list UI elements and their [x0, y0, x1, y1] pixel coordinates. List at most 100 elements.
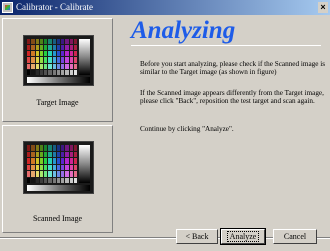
color-patch — [39, 151, 43, 157]
color-patch — [39, 164, 43, 170]
color-patch — [65, 45, 69, 51]
color-patch — [61, 45, 65, 51]
scanned-image-label: Scanned Image — [32, 214, 83, 223]
color-patch — [73, 151, 77, 157]
color-patch — [48, 164, 52, 170]
cancel-button[interactable]: Cancel — [273, 229, 317, 244]
color-patch — [65, 164, 69, 170]
color-patch — [73, 39, 77, 45]
color-patch — [39, 45, 43, 51]
color-patch — [39, 158, 43, 164]
color-patch — [48, 57, 52, 63]
color-patch — [48, 39, 52, 45]
color-patch — [52, 164, 56, 170]
color-patch — [56, 63, 60, 69]
color-patch — [44, 39, 48, 45]
color-patch — [35, 57, 39, 63]
color-patch — [61, 51, 65, 57]
scanned-image-panel: Scanned Image — [2, 125, 113, 233]
gray-bar — [27, 185, 90, 191]
target-image-panel: Target Image — [2, 18, 113, 122]
color-patch — [27, 45, 31, 51]
color-patch — [44, 57, 48, 63]
back-button[interactable]: < Back — [176, 229, 218, 244]
color-patch — [27, 51, 31, 57]
color-patch — [61, 151, 65, 157]
color-patch — [61, 145, 65, 151]
color-patch — [35, 145, 39, 151]
color-patch — [31, 63, 35, 69]
color-patch — [73, 63, 77, 69]
instruction-paragraph-1: Before you start analyzing, please check… — [140, 60, 326, 76]
color-patch — [52, 57, 56, 63]
color-patch — [69, 51, 73, 57]
color-patch — [56, 39, 60, 45]
color-patch — [48, 51, 52, 57]
color-patch — [44, 158, 48, 164]
color-patch — [44, 171, 48, 177]
color-patch — [48, 158, 52, 164]
color-patch — [65, 57, 69, 63]
color-patch — [44, 51, 48, 57]
color-patch — [56, 177, 60, 183]
color-patch — [56, 51, 60, 57]
color-patch — [31, 151, 35, 157]
color-patch — [61, 158, 65, 164]
color-patch — [61, 164, 65, 170]
title-bar[interactable]: Calibrator - Calibrate × — [0, 0, 330, 15]
color-patch — [61, 171, 65, 177]
gray-ramp — [79, 39, 90, 75]
color-patch — [39, 63, 43, 69]
calibrator-app-icon — [2, 2, 13, 13]
color-patch — [56, 171, 60, 177]
color-patch — [65, 39, 69, 45]
color-patch — [31, 171, 35, 177]
color-patch — [44, 151, 48, 157]
color-patch — [69, 45, 73, 51]
color-patch — [48, 171, 52, 177]
color-patch — [65, 51, 69, 57]
color-patch — [27, 158, 31, 164]
color-patch — [69, 39, 73, 45]
color-patch — [56, 158, 60, 164]
heading-divider — [131, 45, 321, 46]
color-patch — [27, 63, 31, 69]
color-patch — [44, 145, 48, 151]
color-patch — [73, 177, 77, 183]
color-patch — [69, 151, 73, 157]
instruction-paragraph-2: If the Scanned image appears differently… — [140, 89, 324, 105]
color-patch — [27, 39, 31, 45]
color-patch — [52, 45, 56, 51]
color-patch — [52, 51, 56, 57]
analyze-button[interactable]: Analyze — [220, 228, 266, 245]
color-patch — [52, 158, 56, 164]
color-patch — [65, 151, 69, 157]
color-patch — [52, 69, 56, 75]
close-icon[interactable]: × — [318, 2, 328, 13]
color-patch — [31, 39, 35, 45]
color-patch — [35, 171, 39, 177]
color-patch — [61, 177, 65, 183]
color-patch — [35, 158, 39, 164]
color-patch — [52, 177, 56, 183]
color-patch — [56, 57, 60, 63]
color-patch — [69, 177, 73, 183]
color-patch — [61, 63, 65, 69]
gray-bar — [27, 77, 90, 83]
color-patch — [35, 164, 39, 170]
color-patch — [56, 145, 60, 151]
calibrate-dialog: Calibrator - Calibrate × Target Image Sc… — [0, 0, 330, 251]
color-patch — [56, 151, 60, 157]
color-patch — [39, 51, 43, 57]
color-patch-grid — [27, 145, 77, 183]
color-patch — [39, 177, 43, 183]
color-patch — [69, 164, 73, 170]
color-patch — [69, 171, 73, 177]
color-patch — [39, 57, 43, 63]
color-patch — [31, 51, 35, 57]
color-patch — [31, 177, 35, 183]
color-patch — [31, 145, 35, 151]
target-image-thumbnail — [23, 35, 94, 86]
color-patch — [52, 171, 56, 177]
target-image-label: Target Image — [36, 98, 79, 107]
